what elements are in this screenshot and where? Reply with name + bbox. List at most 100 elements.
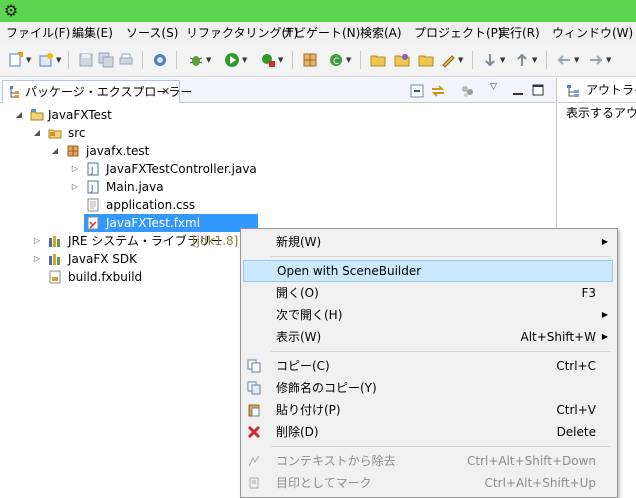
- back-arrow-icon[interactable]: [556, 52, 572, 68]
- copy-qualified-name-icon: [247, 381, 261, 395]
- menu-item-open-with-scenebuilder[interactable]: Open with SceneBuilder: [243, 260, 613, 282]
- expanded-chevron-icon[interactable]: ◢: [14, 106, 24, 124]
- chevron-down-icon[interactable]: ▼: [278, 56, 283, 64]
- save-icon[interactable]: [78, 52, 94, 68]
- tab-package-explorer[interactable]: パッケージ・エクスプローラー ✕: [2, 80, 192, 103]
- menu-item-mark-as-landmark[interactable]: 目印としてマーク Ctrl+Alt+Shift+Up: [241, 472, 617, 494]
- menu-item-shortcut: Ctrl+Alt+Shift+Down: [466, 454, 596, 468]
- menu-window[interactable]: ウィンドウ(W): [552, 22, 633, 44]
- debug-icon[interactable]: [188, 52, 204, 68]
- chevron-down-icon[interactable]: ▼: [574, 56, 579, 64]
- project-folder-icon: [30, 109, 44, 121]
- menu-item-show-in[interactable]: 表示(W) Alt+Shift+W ▶: [241, 326, 617, 348]
- delete-icon: [247, 425, 261, 439]
- menu-item-shortcut: Ctrl+C: [556, 359, 596, 373]
- settings-icon[interactable]: [152, 52, 168, 68]
- chevron-down-icon[interactable]: ▼: [56, 56, 61, 64]
- menu-item-delete[interactable]: 削除(D) Delete: [241, 421, 617, 443]
- tree-item-fxml[interactable]: JavaFXTest.fxml: [106, 214, 200, 232]
- landmark-icon: [249, 477, 259, 489]
- tree-item-controller[interactable]: JavaFXTestController.java: [106, 160, 257, 178]
- filters-icon[interactable]: [460, 84, 476, 98]
- toolbar-separator: [142, 51, 143, 69]
- java-file-icon: J: [87, 180, 99, 194]
- run-icon[interactable]: [224, 52, 240, 68]
- open-type-icon[interactable]: [370, 52, 386, 68]
- link-with-editor-icon[interactable]: [430, 84, 446, 98]
- menu-search[interactable]: 検索(A): [360, 22, 402, 44]
- svg-text:C: C: [333, 57, 339, 67]
- library-icon: [49, 254, 60, 265]
- minimize-icon[interactable]: [512, 85, 524, 97]
- outline-message: 表示するアウト: [566, 106, 636, 120]
- context-menu: 新規(W) ▶ Open with SceneBuilder 開く(O) F3 …: [240, 228, 618, 498]
- tree-item-project[interactable]: JavaFXTest: [48, 106, 112, 124]
- menu-item-paste[interactable]: 貼り付け(P) Ctrl+V: [241, 399, 617, 421]
- menu-source[interactable]: ソース(S): [126, 22, 178, 44]
- maximize-icon[interactable]: [532, 84, 544, 96]
- print-icon[interactable]: [118, 52, 134, 68]
- close-icon[interactable]: ✕: [161, 81, 170, 103]
- tree-item-sdk[interactable]: JavaFX SDK: [68, 250, 137, 268]
- tree-item-css[interactable]: application.css: [106, 196, 195, 214]
- menu-item-open[interactable]: 開く(O) F3: [241, 282, 617, 304]
- menu-run[interactable]: 実行(R): [498, 22, 540, 44]
- source-folder-icon: [48, 129, 62, 139]
- new-package-icon[interactable]: [302, 52, 318, 68]
- menu-navigate[interactable]: ナビゲート(N): [282, 22, 360, 44]
- eclipse-gear-icon: ⚙: [3, 1, 19, 20]
- menu-item-copy[interactable]: コピー(C) Ctrl+C: [241, 355, 617, 377]
- chevron-down-icon[interactable]: ▼: [532, 56, 537, 64]
- chevron-down-icon[interactable]: ▼: [500, 56, 505, 64]
- expanded-chevron-icon[interactable]: ◢: [50, 142, 60, 160]
- tree-item-build[interactable]: build.fxbuild: [68, 268, 142, 286]
- menu-item-label: 貼り付け(P): [276, 403, 341, 417]
- chevron-down-icon[interactable]: ▼: [346, 56, 351, 64]
- tree-item-package[interactable]: javafx.test: [86, 142, 149, 160]
- new-project-icon[interactable]: [38, 52, 54, 68]
- menu-item-copy-qualified-name[interactable]: 修飾名のコピー(Y): [241, 377, 617, 399]
- view-menu-icon[interactable]: ▽: [490, 82, 497, 92]
- chevron-down-icon[interactable]: ▼: [606, 56, 611, 64]
- external-tools-icon[interactable]: [260, 52, 276, 68]
- collapsed-chevron-icon[interactable]: ▷: [70, 160, 80, 178]
- chevron-down-icon[interactable]: ▼: [206, 56, 211, 64]
- chevron-down-icon[interactable]: ▼: [26, 56, 31, 64]
- collapsed-chevron-icon[interactable]: ▷: [70, 178, 80, 196]
- menu-project[interactable]: プロジェクト(P): [414, 22, 503, 44]
- open-folder-icon[interactable]: [418, 52, 434, 68]
- collapsed-chevron-icon[interactable]: ▷: [32, 232, 42, 250]
- menu-item-remove-from-context[interactable]: コンテキストから除去 Ctrl+Alt+Shift+Down: [241, 450, 617, 472]
- save-all-icon[interactable]: [98, 52, 114, 68]
- next-annotation-icon[interactable]: [482, 52, 498, 68]
- chevron-down-icon[interactable]: ▼: [242, 56, 247, 64]
- chevron-down-icon[interactable]: ▼: [458, 56, 463, 64]
- prev-annotation-icon[interactable]: [514, 52, 530, 68]
- new-class-icon[interactable]: C: [328, 52, 344, 68]
- menu-item-new[interactable]: 新規(W) ▶: [241, 231, 617, 253]
- collapsed-chevron-icon[interactable]: ▷: [32, 250, 42, 268]
- menu-edit[interactable]: 編集(E): [72, 22, 113, 44]
- menu-separator: [271, 256, 611, 257]
- outline-tab-title[interactable]: アウトライン: [586, 80, 636, 100]
- menu-item-shortcut: F3: [581, 286, 596, 300]
- open-task-icon[interactable]: [394, 52, 410, 68]
- annotation-icon[interactable]: [440, 52, 456, 68]
- forward-arrow-icon[interactable]: [588, 52, 604, 68]
- toolbar-separator: [472, 51, 473, 69]
- menu-item-label: 表示(W): [276, 330, 322, 344]
- jre-version-label: [jdk1.8]: [192, 234, 239, 248]
- tree-item-src[interactable]: src: [68, 124, 86, 142]
- menu-item-shortcut: Ctrl+V: [556, 403, 596, 417]
- toolbar-separator: [546, 51, 547, 69]
- new-file-icon[interactable]: [8, 52, 24, 68]
- outline-icon: [567, 85, 579, 97]
- menu-item-open-with[interactable]: 次で開く(H) ▶: [241, 304, 617, 326]
- tree-item-main[interactable]: Main.java: [106, 178, 164, 196]
- title-bar: [0, 0, 636, 22]
- menu-item-label: Open with SceneBuilder: [277, 264, 422, 278]
- collapse-all-icon[interactable]: [410, 84, 424, 98]
- menu-file[interactable]: ファイル(F): [6, 22, 70, 44]
- expanded-chevron-icon[interactable]: ◢: [32, 124, 42, 142]
- menu-item-shortcut: Delete: [556, 425, 596, 439]
